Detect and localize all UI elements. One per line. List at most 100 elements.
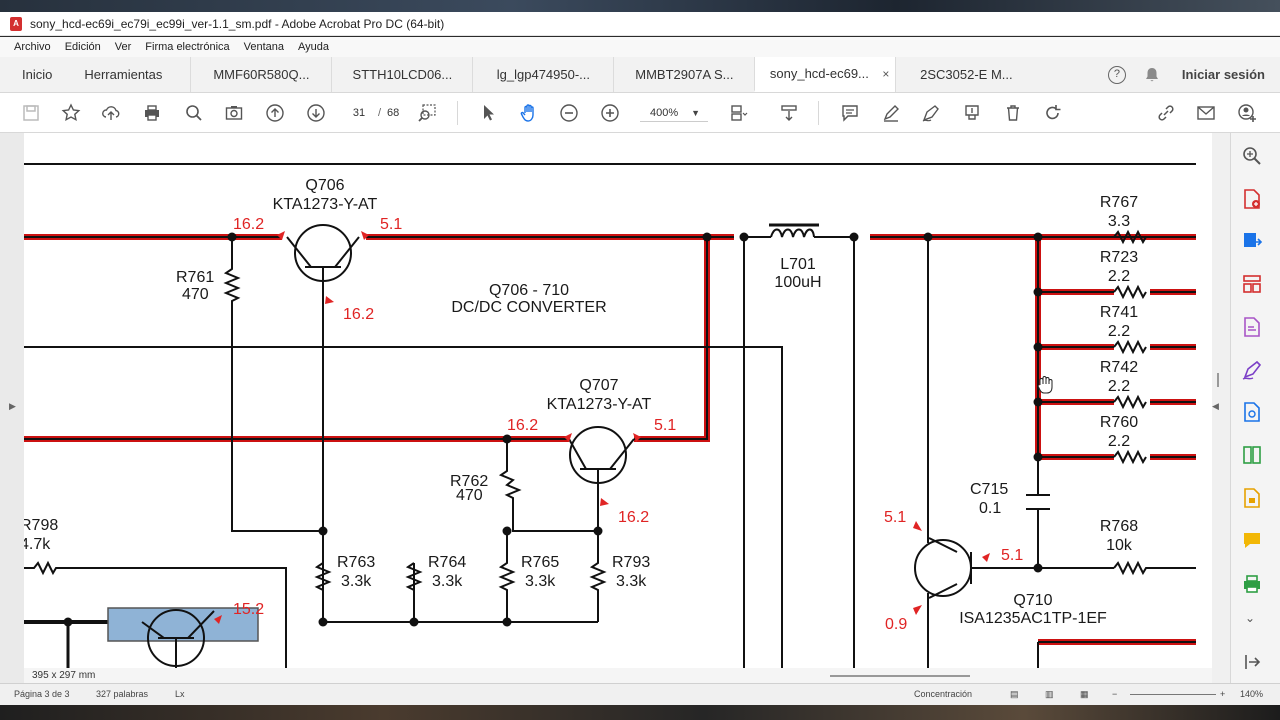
tab-inicio[interactable]: Inicio (0, 57, 64, 92)
menu-archivo[interactable]: Archivo (14, 41, 51, 53)
zoom-in-icon[interactable] (599, 102, 621, 124)
fill-sign-icon[interactable] (1241, 359, 1263, 381)
previous-page-icon[interactable] (264, 102, 286, 124)
redo-icon[interactable] (1042, 102, 1064, 124)
comment-icon[interactable] (839, 102, 861, 124)
comment-tool-icon[interactable] (1241, 530, 1263, 552)
bookmark-star-icon[interactable] (60, 102, 82, 124)
pdf-page[interactable]: Q706 KTA1273-Y-AT 16.2 5.1 16.2 R761 470… (24, 133, 1212, 668)
chevron-more-icon[interactable]: ⌄ (1245, 611, 1255, 625)
doc-tab-2[interactable]: STTH10LCD06... (331, 57, 472, 92)
edit-pdf-icon[interactable] (1241, 316, 1263, 338)
zoom-in-status-icon[interactable]: + (1220, 689, 1225, 699)
q710-part: ISA1235AC1TP-1EF (959, 610, 1107, 627)
save-icon[interactable] (20, 102, 42, 124)
search-zoom-icon[interactable] (1241, 145, 1263, 167)
resistor-r741 (1113, 339, 1147, 355)
horizontal-scrollbar[interactable] (24, 668, 1212, 683)
scroll-mode-icon[interactable] (778, 102, 800, 124)
q707-name: Q707 (579, 377, 618, 394)
doc-tab-1[interactable]: MMF60R580Q... (190, 57, 331, 92)
print-production-icon[interactable] (1241, 573, 1263, 595)
transistor-q710 (914, 539, 972, 597)
r742-name: R742 (1100, 359, 1138, 376)
share-link-icon[interactable] (1155, 102, 1177, 124)
menu-edicion[interactable]: Edición (65, 41, 101, 53)
hand-tool-icon[interactable] (518, 102, 540, 124)
zoom-value: 400% (650, 107, 679, 119)
background-photo-strip (0, 705, 1280, 720)
snapshot-icon[interactable] (223, 102, 245, 124)
left-panel-collapsed[interactable]: ▶ (0, 133, 24, 683)
r767-name: R767 (1100, 194, 1138, 211)
status-focus-mode[interactable]: Concentración (914, 689, 972, 699)
sign-in-link[interactable]: Iniciar sesión (1182, 67, 1265, 82)
inductor-l701 (770, 228, 815, 238)
q707-v-base: 16.2 (618, 509, 649, 526)
doc-tab-6[interactable]: 2SC3052-E M... (895, 57, 1036, 92)
l701-name: L701 (780, 256, 816, 273)
block-title: Q706 - 710 (489, 282, 569, 299)
stamp-icon[interactable] (961, 102, 983, 124)
search-icon[interactable] (183, 102, 205, 124)
export-pdf-icon[interactable] (1241, 230, 1263, 252)
organize-pages-icon[interactable] (1241, 273, 1263, 295)
select-cursor-icon[interactable] (477, 102, 499, 124)
desktop-background-strip (0, 0, 1280, 12)
pdf-app-icon: A (10, 16, 22, 31)
tab-herramientas[interactable]: Herramientas (64, 57, 190, 92)
create-pdf-icon[interactable] (1241, 188, 1263, 210)
help-icon[interactable]: ? (1107, 65, 1126, 84)
menu-firma[interactable]: Firma electrónica (145, 41, 229, 53)
print-icon[interactable] (141, 102, 163, 124)
page-display-icon[interactable] (727, 102, 749, 124)
q707-part: KTA1273-Y-AT (547, 396, 652, 413)
print-layout-icon[interactable]: ▥ (1045, 689, 1054, 700)
zoom-out-status-icon[interactable]: − (1112, 689, 1117, 699)
notifications-bell-icon[interactable] (1144, 67, 1160, 83)
block-subtitle: DC/DC CONVERTER (451, 299, 606, 316)
schematic-diagram: Q706 KTA1273-Y-AT 16.2 5.1 16.2 R761 470… (24, 163, 1196, 668)
delete-trash-icon[interactable] (1002, 102, 1024, 124)
doc-tab-4[interactable]: MMBT2907A S... (613, 57, 754, 92)
r793-value: 3.3k (616, 573, 647, 590)
r761-name: R761 (176, 269, 214, 286)
r762-value: 470 (456, 487, 483, 504)
draw-tool-icon[interactable] (920, 102, 942, 124)
account-area: ? Iniciar sesión (1107, 57, 1280, 92)
cloud-upload-icon[interactable] (100, 102, 122, 124)
doc-tab-active[interactable]: sony_hcd-ec69... × (754, 57, 896, 92)
protect-icon[interactable] (1241, 487, 1263, 509)
collapse-pane-icon[interactable] (1241, 651, 1263, 673)
compare-files-icon[interactable] (1241, 444, 1263, 466)
send-for-review-icon[interactable] (1241, 401, 1263, 423)
menu-ver[interactable]: Ver (115, 41, 132, 53)
doc-tab-3[interactable]: lg_lgp474950-... (472, 57, 613, 92)
collapse-right-arrow-icon[interactable]: ◀ (1212, 401, 1219, 412)
c715-value: 0.1 (979, 500, 1001, 517)
doc-tab-label: MMF60R580Q... (213, 67, 310, 82)
menu-ayuda[interactable]: Ayuda (298, 41, 329, 53)
next-page-icon[interactable] (305, 102, 327, 124)
select-area-zoom-icon[interactable] (416, 102, 438, 124)
hscroll-thumb[interactable] (830, 675, 970, 677)
zoom-level-select[interactable]: 400% ▼ (640, 104, 708, 122)
page-number-input[interactable]: 31 (344, 104, 374, 122)
highlight-pen-icon[interactable] (880, 102, 902, 124)
web-layout-icon[interactable]: ▦ (1080, 689, 1089, 700)
email-icon[interactable] (1195, 102, 1217, 124)
doc-tab-label: STTH10LCD06... (352, 67, 453, 82)
zoom-out-icon[interactable] (558, 102, 580, 124)
read-mode-icon[interactable]: ▤ (1010, 689, 1019, 700)
expand-left-panel-icon[interactable]: ▶ (9, 401, 16, 412)
close-tab-icon[interactable]: × (882, 67, 889, 81)
resistor-r768 (1113, 560, 1196, 576)
resistor-r793 (589, 531, 607, 622)
menu-ventana[interactable]: Ventana (244, 41, 284, 53)
doc-tab-label: MMBT2907A S... (635, 67, 734, 82)
c715-name: C715 (970, 481, 1008, 498)
add-user-icon[interactable] (1236, 102, 1258, 124)
zoom-slider[interactable] (1130, 694, 1216, 695)
r798-name: R798 (24, 517, 58, 534)
scrollbar-thumb[interactable] (1217, 373, 1219, 387)
